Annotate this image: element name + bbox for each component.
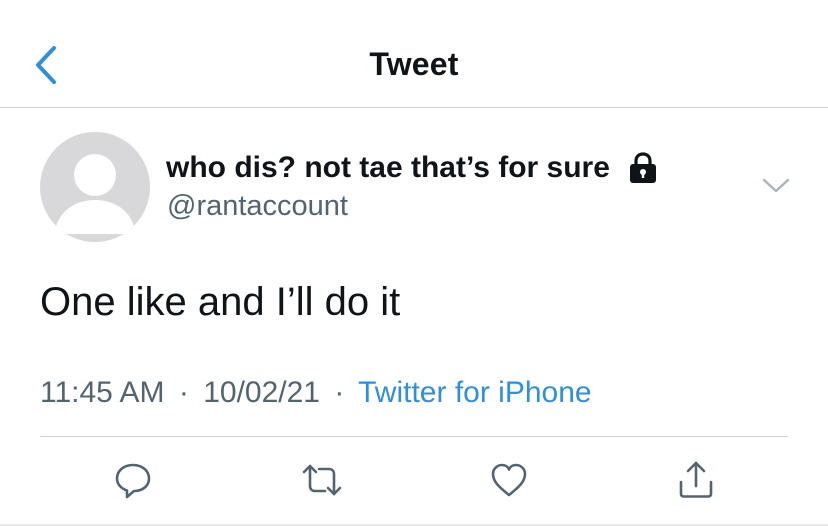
retweet-icon [302, 464, 342, 496]
tweet-text: One like and I’ll do it [40, 280, 401, 324]
more-options-button[interactable] [760, 174, 792, 198]
divider [40, 436, 788, 437]
heart-icon [491, 463, 527, 497]
reply-button[interactable] [113, 460, 153, 500]
author-display-name[interactable]: who dis? not tae that’s for sure [166, 151, 610, 185]
retweet-button[interactable] [300, 460, 342, 500]
share-button[interactable] [676, 460, 716, 500]
tweet-source-link[interactable]: Twitter for iPhone [358, 376, 591, 409]
share-icon [679, 461, 713, 498]
separator: · [178, 376, 189, 409]
tweet-time[interactable]: 11:45 AM [40, 376, 165, 409]
author-name-row: who dis? not tae that’s for sure [166, 148, 658, 188]
page-title: Tweet [369, 46, 459, 82]
author-handle[interactable]: @rantaccount [167, 190, 348, 223]
tweet-date[interactable]: 10/02/21 [203, 376, 320, 409]
separator: · [334, 376, 345, 409]
tweet-metadata: 11:45 AM · 10/02/21 · Twitter for iPhone [40, 376, 592, 410]
chevron-down-icon [762, 178, 790, 193]
top-navigation-bar: Tweet [0, 0, 828, 108]
lock-icon [628, 151, 658, 185]
reply-icon [115, 463, 151, 499]
avatar[interactable] [40, 132, 150, 242]
default-avatar-icon [54, 154, 136, 234]
like-button[interactable] [489, 460, 529, 500]
